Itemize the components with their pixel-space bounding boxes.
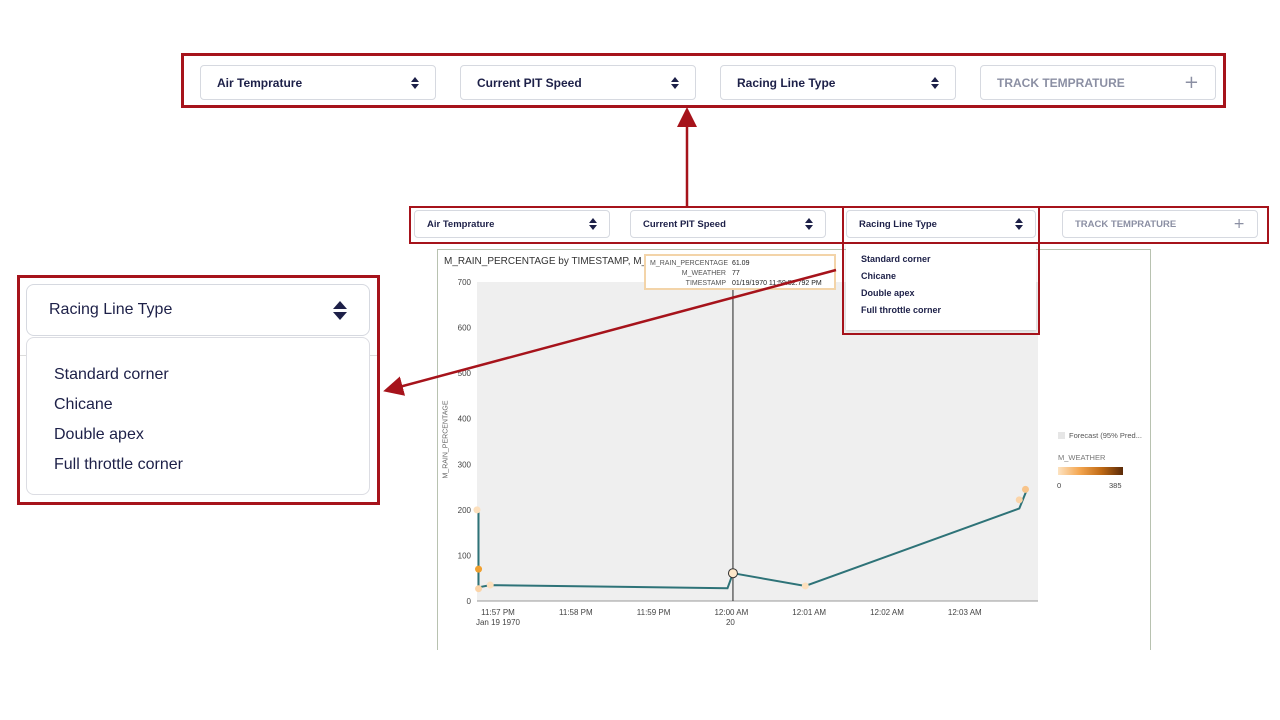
callout-arrows	[383, 107, 837, 396]
arrow-to-zoom-dropdown	[383, 268, 837, 396]
